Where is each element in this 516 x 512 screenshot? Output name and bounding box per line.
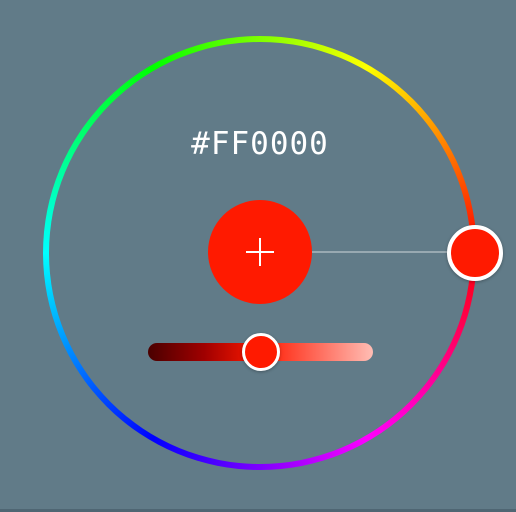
hue-connector-line [312,251,462,253]
add-color-button[interactable] [208,200,312,304]
plus-icon [246,238,274,266]
color-picker-screen: #FF0000 [0,0,516,512]
hue-handle[interactable] [447,225,503,281]
lightness-slider-thumb[interactable] [242,333,280,371]
hex-value-label: #FF0000 [191,126,329,162]
